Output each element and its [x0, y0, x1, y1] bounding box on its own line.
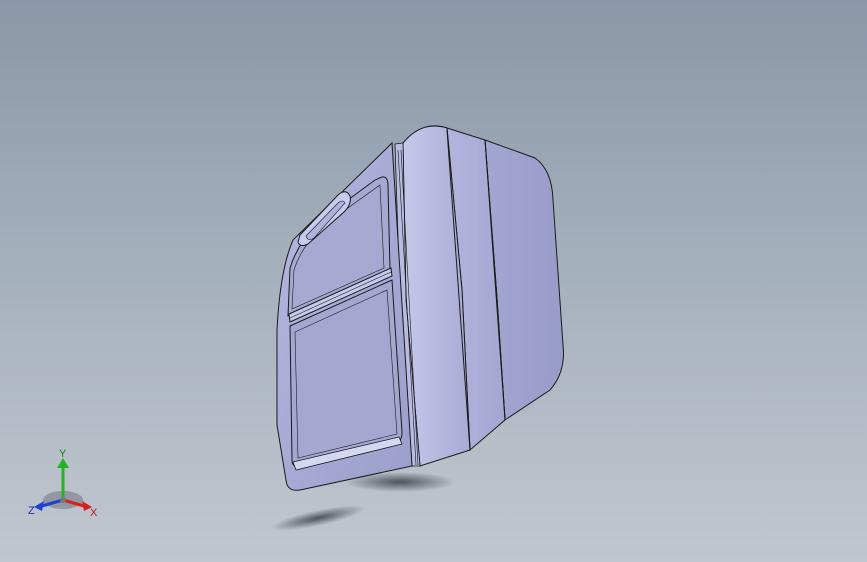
cad-model-door-panel[interactable]	[0, 0, 867, 562]
triad-x-label: X	[90, 507, 98, 519]
z-axis-arrow-icon	[34, 501, 44, 511]
graphics-viewport[interactable]: Y X Z	[0, 0, 867, 562]
ground-shadow	[271, 505, 365, 531]
triad-y-label: Y	[59, 448, 67, 460]
orientation-triad[interactable]: Y X Z	[26, 448, 106, 523]
triad-z-label: Z	[28, 505, 35, 517]
